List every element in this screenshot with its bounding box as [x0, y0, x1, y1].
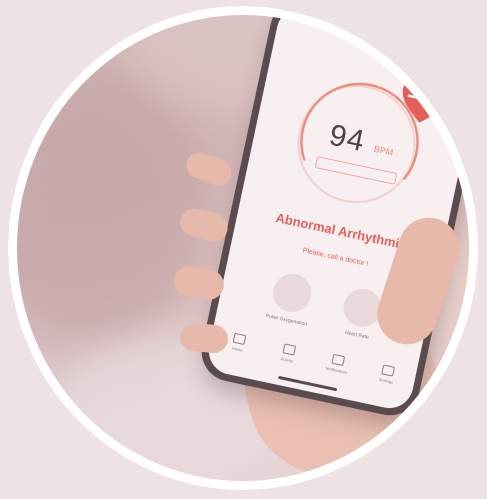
app-brand: Ki: [444, 52, 458, 66]
tab-label: Notifications: [325, 365, 348, 375]
finger: [178, 321, 230, 355]
pulse-icon: [269, 270, 315, 316]
background-blur: [8, 66, 208, 346]
bpm-value: 94: [326, 118, 368, 159]
tile-label: Pulse Oxygenation: [265, 312, 308, 328]
photo-circle: Ki 94 BPM Abnormal Arrhythmia Please, ca…: [8, 6, 478, 490]
tile-label: Heart Rate: [344, 329, 370, 341]
tab-label: Activity: [280, 355, 294, 364]
bell-icon: [331, 353, 346, 367]
home-icon: [232, 332, 247, 346]
activity-icon: [282, 343, 296, 356]
tab-settings[interactable]: Settings: [366, 362, 407, 397]
tab-activity[interactable]: Activity: [267, 341, 308, 376]
tile-pulse-oxygenation[interactable]: Pulse Oxygenation: [256, 268, 325, 329]
settings-icon: [381, 364, 396, 377]
tab-notifications[interactable]: Notifications: [316, 351, 357, 386]
tab-label: Settings: [378, 376, 394, 385]
